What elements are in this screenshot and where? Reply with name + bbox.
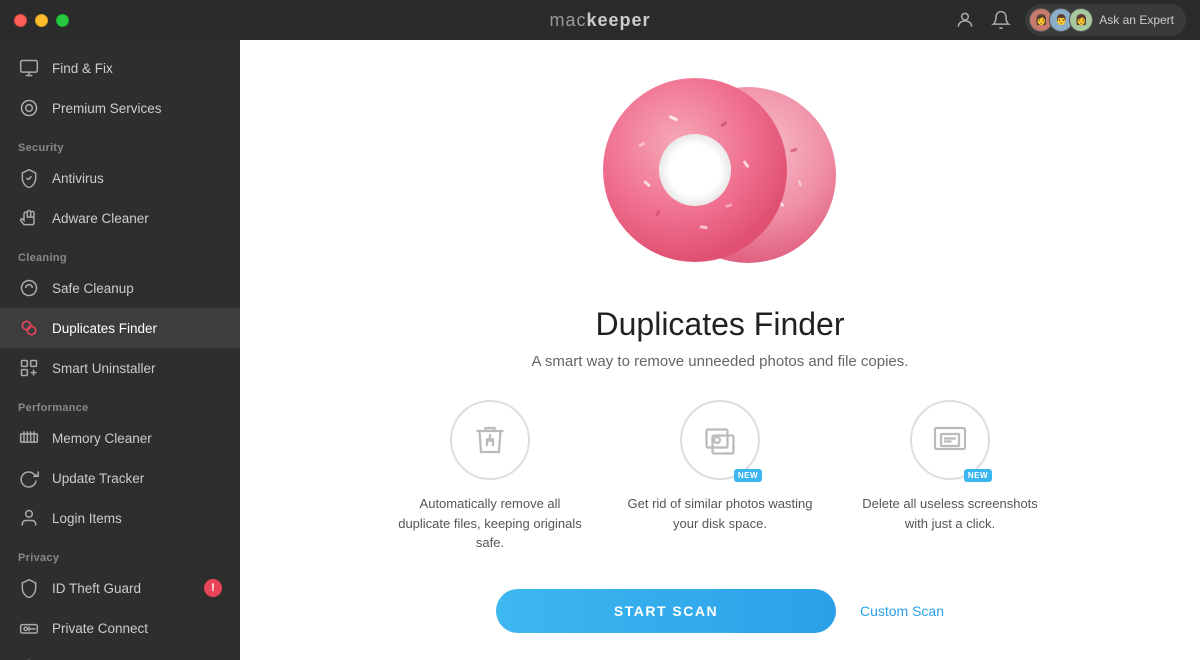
- feature-desc-2: Get rid of similar photos wasting your d…: [625, 494, 815, 533]
- sidebar-label-antivirus: Antivirus: [52, 171, 104, 186]
- shield-icon: [18, 167, 40, 189]
- theft-badge: !: [204, 579, 222, 597]
- sidebar-item-update-tracker[interactable]: Update Tracker: [0, 458, 240, 498]
- duplicate-icon: [18, 317, 40, 339]
- feature-desc-1: Automatically remove all duplicate files…: [395, 494, 585, 553]
- star-icon: [18, 97, 40, 119]
- feature-icon-wrap-1: [450, 400, 530, 480]
- features-row: Automatically remove all duplicate files…: [395, 400, 1045, 553]
- sidebar-item-adware[interactable]: Adware Cleaner: [0, 198, 240, 238]
- sidebar-item-theft-guard[interactable]: ID Theft Guard !: [0, 568, 240, 608]
- user-icon[interactable]: [953, 8, 977, 32]
- minimize-button[interactable]: [35, 14, 48, 27]
- sidebar-label-theft-guard: ID Theft Guard: [52, 581, 141, 596]
- maximize-button[interactable]: [56, 14, 69, 27]
- memory-icon: [18, 427, 40, 449]
- section-performance: Performance: [0, 388, 240, 418]
- photos-icon: [702, 422, 738, 458]
- sidebar-item-duplicates[interactable]: Duplicates Finder: [0, 308, 240, 348]
- section-privacy: Privacy: [0, 538, 240, 568]
- vpn-icon: [18, 617, 40, 639]
- traffic-lights: [14, 14, 69, 27]
- feature-title: Duplicates Finder: [596, 306, 845, 343]
- sidebar-label-duplicates: Duplicates Finder: [52, 321, 157, 336]
- content-area: Duplicates Finder A smart way to remove …: [240, 40, 1200, 660]
- hand-icon: [18, 207, 40, 229]
- update-icon: [18, 467, 40, 489]
- titlebar: mackeeper 👩 👨 👩 Ask an Expert: [0, 0, 1200, 40]
- ask-expert-label: Ask an Expert: [1099, 13, 1174, 27]
- feature-similar-photos: NEW Get rid of similar photos wasting yo…: [625, 400, 815, 533]
- feature-icon-wrap-3: NEW: [910, 400, 990, 480]
- login-icon: [18, 507, 40, 529]
- donuts-illustration: [580, 60, 860, 290]
- close-button[interactable]: [14, 14, 27, 27]
- sidebar-item-find-fix[interactable]: Find & Fix: [0, 48, 240, 88]
- start-scan-button[interactable]: START SCAN: [496, 589, 836, 633]
- feature-desc-3: Delete all useless screenshots with just…: [855, 494, 1045, 533]
- new-badge-screenshots: NEW: [964, 469, 992, 482]
- sidebar: Find & Fix Premium Services Security Ant…: [0, 40, 240, 660]
- sidebar-label-private-connect: Private Connect: [52, 621, 148, 636]
- sidebar-item-memory-cleaner[interactable]: Memory Cleaner: [0, 418, 240, 458]
- main-layout: Find & Fix Premium Services Security Ant…: [0, 40, 1200, 660]
- uninstall-icon: [18, 357, 40, 379]
- sidebar-label-login-items: Login Items: [52, 511, 122, 526]
- sidebar-item-stopad[interactable]: StopAd: [0, 648, 240, 660]
- monitor-icon: [18, 57, 40, 79]
- titlebar-right: 👩 👨 👩 Ask an Expert: [953, 4, 1186, 36]
- sidebar-label-memory: Memory Cleaner: [52, 431, 152, 446]
- donuts-svg: [580, 60, 860, 290]
- sidebar-label-adware: Adware Cleaner: [52, 211, 149, 226]
- sidebar-label-find-fix: Find & Fix: [52, 61, 113, 76]
- feature-screenshots: NEW Delete all useless screenshots with …: [855, 400, 1045, 533]
- trash-download-icon: [472, 422, 508, 458]
- sidebar-item-private-connect[interactable]: Private Connect: [0, 608, 240, 648]
- app-name: mackeeper: [549, 10, 650, 31]
- feature-duplicate-files: Automatically remove all duplicate files…: [395, 400, 585, 553]
- section-security: Security: [0, 128, 240, 158]
- avatar-3: 👩: [1069, 8, 1093, 32]
- sidebar-label-smart-uninstaller: Smart Uninstaller: [52, 361, 156, 376]
- custom-scan-link[interactable]: Custom Scan: [860, 603, 944, 619]
- feature-subtitle: A smart way to remove unneeded photos an…: [532, 353, 909, 370]
- section-cleaning: Cleaning: [0, 238, 240, 268]
- clean-icon: [18, 277, 40, 299]
- sidebar-item-smart-uninstaller[interactable]: Smart Uninstaller: [0, 348, 240, 388]
- sidebar-item-antivirus[interactable]: Antivirus: [0, 158, 240, 198]
- sidebar-item-safe-cleanup[interactable]: Safe Cleanup: [0, 268, 240, 308]
- bell-icon[interactable]: [989, 8, 1013, 32]
- sidebar-label-update-tracker: Update Tracker: [52, 471, 144, 486]
- feature-icon-wrap-2: NEW: [680, 400, 760, 480]
- sidebar-label-safe-cleanup: Safe Cleanup: [52, 281, 134, 296]
- app-logo: mackeeper: [549, 10, 650, 31]
- screenshots-icon: [932, 422, 968, 458]
- sidebar-label-premium: Premium Services: [52, 101, 162, 116]
- theft-icon: [18, 577, 40, 599]
- ask-expert-button[interactable]: 👩 👨 👩 Ask an Expert: [1025, 4, 1186, 36]
- new-badge-photos: NEW: [734, 469, 762, 482]
- bottom-actions: START SCAN Custom Scan: [496, 589, 944, 633]
- sidebar-item-login-items[interactable]: Login Items: [0, 498, 240, 538]
- sidebar-item-premium[interactable]: Premium Services: [0, 88, 240, 128]
- expert-avatars: 👩 👨 👩: [1029, 8, 1093, 32]
